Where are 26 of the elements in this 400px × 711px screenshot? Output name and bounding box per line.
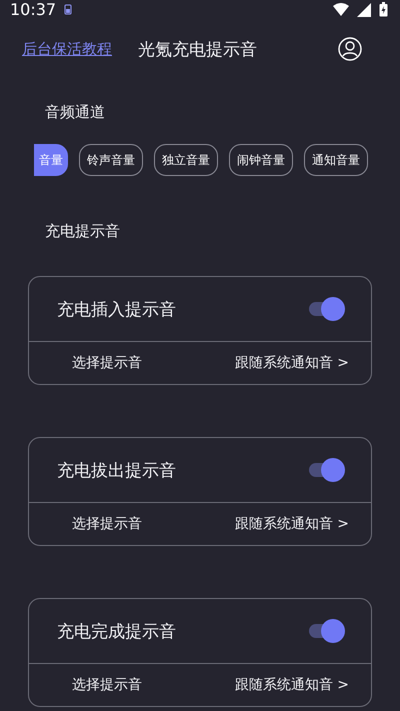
channel-chip[interactable]: 独立音量 xyxy=(154,144,218,176)
status-time: 10:37 xyxy=(10,0,56,19)
section-title: 音频通道 xyxy=(45,103,106,122)
card-title: 充电拔出提示音 xyxy=(57,460,176,482)
app-title: 光氪充电提示音 xyxy=(138,38,257,60)
card-title: 充电完成提示音 xyxy=(57,620,176,642)
wifi-icon xyxy=(333,3,349,16)
section-title: 充电提示音 xyxy=(45,222,121,241)
toggle-switch[interactable] xyxy=(309,297,345,321)
row-value[interactable]: 跟随系统通知音 > xyxy=(234,354,349,372)
channel-chip[interactable]: 铃声音量 xyxy=(79,144,143,176)
background-tutorial-link[interactable]: 后台保活教程 xyxy=(22,40,112,58)
row-label: 选择提示音 xyxy=(72,676,142,694)
signal-icon xyxy=(357,2,371,16)
row-label: 选择提示音 xyxy=(72,515,142,533)
channel-chip[interactable]: 闹钟音量 xyxy=(229,144,293,176)
channel-chip[interactable]: 通知音量 xyxy=(304,144,368,176)
card-title: 充电插入提示音 xyxy=(57,298,176,320)
row-label: 选择提示音 xyxy=(72,354,142,372)
channel-chip[interactable]: 音量 xyxy=(34,144,68,176)
user-icon[interactable] xyxy=(338,37,362,61)
row-value[interactable]: 跟随系统通知音 > xyxy=(234,676,349,694)
battery-saver-icon xyxy=(64,4,72,15)
row-value[interactable]: 跟随系统通知音 > xyxy=(234,515,349,533)
toggle-switch[interactable] xyxy=(309,619,345,643)
toggle-switch[interactable] xyxy=(309,458,345,482)
